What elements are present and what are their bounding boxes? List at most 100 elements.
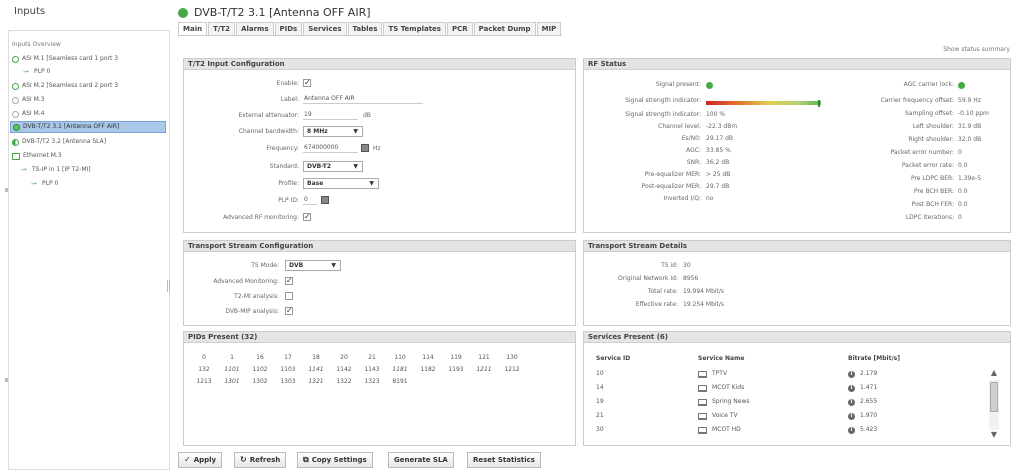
label-input[interactable]: Antenna OFF AIR (303, 94, 423, 104)
copy-settings-button[interactable]: ⧉ Copy Settings (297, 452, 373, 468)
info-icon[interactable]: i (848, 427, 855, 434)
bitrate-cell: 1.970 (860, 412, 878, 419)
info-icon[interactable]: i (848, 413, 855, 420)
pid-cell: 17 (284, 354, 292, 361)
inverted-iq-value: no (706, 195, 714, 202)
t2mi-analysis-label: T2-MI analysis: (234, 293, 279, 300)
plp-id-input[interactable]: 0 (303, 195, 317, 205)
ring-empty-icon (12, 96, 19, 104)
ring-empty-icon (12, 110, 19, 118)
pid-cell: 1141 (308, 366, 324, 373)
pid-cell: 119 (450, 354, 462, 361)
sidebar-title: Inputs (14, 6, 46, 17)
rf-status-panel: RF Status Signal present: Signal strengt… (583, 58, 1011, 233)
inputs-overview-link[interactable]: Inputs Overview (12, 41, 61, 48)
standard-select[interactable]: DVB-T2 ▼ (303, 161, 363, 172)
sidebar-splitter[interactable] (167, 280, 170, 292)
channel-bandwidth-select[interactable]: 8 MHz ▼ (303, 126, 363, 137)
tree-item-label: PLP 0 (42, 180, 59, 187)
tree-item-dvbt-31[interactable]: DVB-T/T2 3.1 [Antenna OFF AIR] (10, 121, 166, 133)
scrollbar-thumb[interactable] (990, 382, 998, 412)
panel-title: PIDs Present (32) (184, 332, 575, 343)
pre-bch-ber-label: Pre BCH BER: (914, 188, 954, 195)
tree-item-ts-ip-in-1[interactable]: ⇀ TS-IP in 1 [IP T2-MI] (21, 164, 91, 176)
signal-strength-bar (706, 101, 821, 105)
info-icon[interactable]: i (848, 399, 855, 406)
tab-main[interactable]: Main (178, 22, 208, 35)
frequency-input[interactable]: 674000000 (303, 143, 358, 153)
service-name-cell: TPTV (712, 370, 728, 377)
show-status-summary-link[interactable]: Show status summary (943, 46, 1010, 53)
generate-sla-button[interactable]: Generate SLA (388, 452, 454, 468)
info-icon[interactable]: i (848, 371, 855, 378)
frequency-unit: Hz (373, 145, 381, 152)
total-rate-value: 19.994 Mbit/s (683, 288, 725, 295)
adv-monitoring-label: Advanced Monitoring: (213, 278, 279, 285)
pre-bch-ber-value: 0.0 (958, 188, 968, 195)
service-id-cell: 19 (596, 398, 604, 405)
page-title: DVB-T/T2 3.1 [Antenna OFF AIR] (194, 6, 371, 19)
tree-item-plp0-b[interactable]: ⇀ PLP 0 (31, 178, 58, 190)
effective-rate-label: Effective rate: (635, 301, 678, 308)
service-id-cell: 30 (596, 426, 604, 433)
tab-tables[interactable]: Tables (347, 22, 383, 35)
t2mi-analysis-checkbox[interactable] (285, 292, 293, 300)
apply-button[interactable]: ✓ Apply (178, 452, 223, 468)
scroll-up-icon[interactable]: ▲ (989, 368, 999, 377)
tab-alarms[interactable]: Alarms (236, 22, 274, 35)
ts-config-panel: Transport Stream Configuration TS Mode: … (183, 240, 576, 326)
service-id-cell: 10 (596, 370, 604, 377)
reset-statistics-button[interactable]: Reset Statistics (467, 452, 541, 468)
pid-cell: 1182 (420, 366, 436, 373)
bitrate-cell: 1.471 (860, 384, 878, 391)
info-icon[interactable]: i (848, 385, 855, 392)
frequency-label: Frequency: (266, 145, 299, 152)
tab-services[interactable]: Services (303, 22, 347, 35)
signal-strength-ind-value: 100 % (706, 111, 726, 118)
pre-mer-value: > 25 dB (706, 171, 731, 178)
ts-details-panel: Transport Stream Details TS id: 30 Origi… (583, 240, 1011, 326)
tab-pids[interactable]: PIDs (274, 22, 303, 35)
tree-item-asi-m1[interactable]: ASI M.1 [Seamless card 1 port 3 (12, 53, 118, 65)
tab-ts-templates[interactable]: TS Templates (383, 22, 446, 35)
snr-label: SNR: (686, 159, 701, 166)
tab-pcr[interactable]: PCR (446, 22, 473, 35)
dropdown-arrow-icon: ▼ (331, 262, 336, 269)
tree-item-plp0-a[interactable]: ⇀ PLP 0 (23, 66, 50, 78)
tree-item-asi-m3[interactable]: ASI M.3 (12, 94, 45, 106)
signal-present-indicator (706, 82, 713, 89)
scroll-down-icon[interactable]: ▼ (989, 430, 999, 439)
tree-item-asi-m4[interactable]: ASI M.4 (12, 108, 45, 120)
tab-bar: Main T/T2 Alarms PIDs Services Tables TS… (178, 22, 563, 36)
tree-item-label: DVB-T/T2 3.1 [Antenna OFF AIR] (23, 123, 120, 130)
pid-cell: 130 (506, 354, 518, 361)
ext-attenuator-input[interactable]: 19 (303, 110, 358, 120)
button-label: Reset Statistics (473, 456, 535, 464)
tree-item-ethernet-m3[interactable]: Ethernet M.3 (12, 150, 62, 162)
calculator-icon[interactable] (361, 144, 369, 152)
pid-cell: 1211 (476, 366, 492, 373)
tree-item-dvbt-32[interactable]: DVB-T/T2 3.2 [Antenna SLA] (12, 136, 106, 148)
tab-mip[interactable]: MIP (536, 22, 562, 35)
tab-packet-dump[interactable]: Packet Dump (473, 22, 536, 35)
tree-item-label: ASI M.1 [Seamless card 1 port 3 (22, 55, 119, 62)
ext-attenuator-unit: dB (363, 112, 371, 119)
profile-select[interactable]: Base ▼ (303, 178, 379, 189)
agc-value: 33.85 % (706, 147, 731, 154)
tab-t-t2[interactable]: T/T2 (208, 22, 236, 35)
service-id-cell: 21 (596, 412, 604, 419)
enable-checkbox[interactable]: ✓ (303, 79, 311, 87)
service-name-cell: MCOT HD (712, 426, 741, 433)
adv-monitoring-checkbox[interactable]: ✓ (285, 277, 293, 285)
right-shoulder-value: 32.0 dB (958, 136, 982, 143)
ts-mode-select[interactable]: DVB ▼ (285, 260, 341, 271)
adv-rf-monitoring-checkbox[interactable]: ✓ (303, 213, 311, 221)
pid-cell: 21 (368, 354, 376, 361)
dvb-mip-analysis-checkbox[interactable]: ✓ (285, 307, 293, 315)
refresh-button[interactable]: ↻ Refresh (234, 452, 287, 468)
pid-cell: 1143 (364, 366, 380, 373)
col-service-id: Service ID (596, 355, 631, 362)
tree-item-asi-m2[interactable]: ASI M.2 [Seamless card 2 port 3 (12, 80, 118, 92)
calculator-icon[interactable] (321, 196, 329, 204)
pid-cell: 1323 (364, 378, 380, 385)
